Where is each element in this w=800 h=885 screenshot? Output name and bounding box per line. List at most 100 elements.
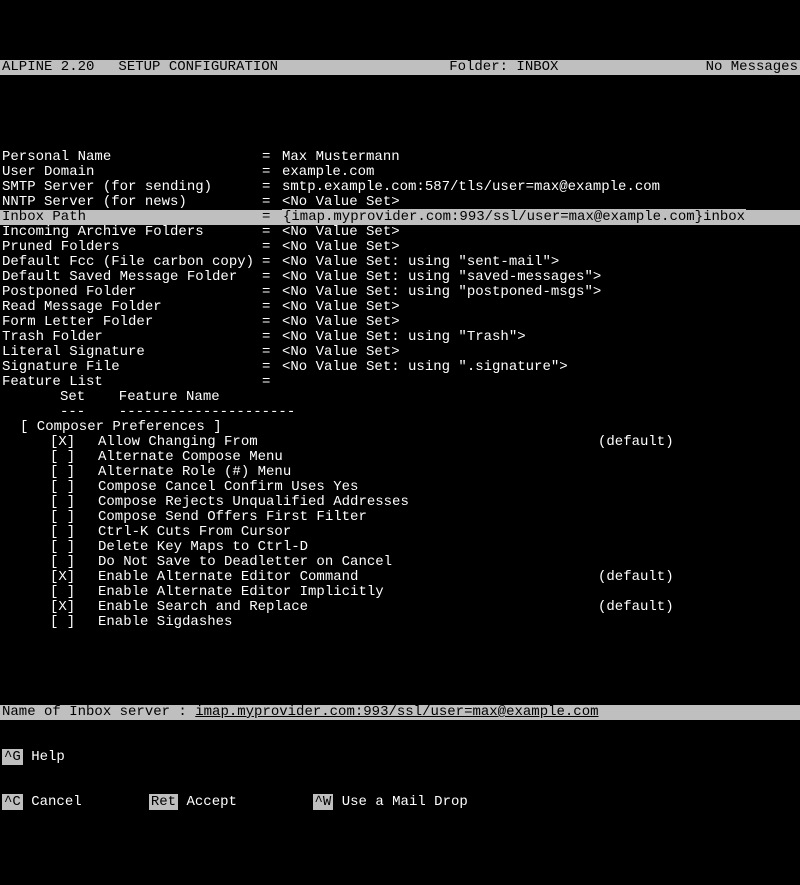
blank-row [0, 105, 800, 120]
config-value: <No Value Set> [282, 194, 400, 210]
feature-row[interactable]: [ ]Enable Alternate Editor Implicitly [0, 585, 800, 600]
feature-name: Enable Search and Replace [98, 600, 598, 615]
feature-checkbox[interactable]: [X] [50, 570, 98, 585]
config-value: <No Value Set: using "sent-mail"> [282, 254, 559, 270]
equals: = [262, 180, 282, 195]
config-row[interactable]: Inbox Path= {imap.myprovider.com:993/ssl… [0, 210, 800, 225]
equals: = [262, 300, 282, 315]
feature-header: Set Feature Name [0, 390, 800, 405]
config-row[interactable]: Incoming Archive Folders= <No Value Set> [0, 225, 800, 240]
feature-checkbox[interactable]: [ ] [50, 525, 98, 540]
config-row[interactable]: Feature List= [0, 375, 800, 390]
config-key: Inbox Path [2, 210, 262, 225]
config-row[interactable]: User Domain= example.com [0, 165, 800, 180]
feature-row[interactable]: [ ]Alternate Role (#) Menu [0, 465, 800, 480]
feature-row[interactable]: [ ]Compose Send Offers First Filter [0, 510, 800, 525]
config-row[interactable]: Pruned Folders= <No Value Set> [0, 240, 800, 255]
config-row[interactable]: SMTP Server (for sending)= smtp.example.… [0, 180, 800, 195]
config-value: <No Value Set: using "Trash"> [282, 329, 526, 345]
mode-label: SETUP CONFIGURATION [118, 60, 278, 75]
config-key: User Domain [2, 165, 262, 180]
equals: = [262, 330, 282, 345]
config-value: <No Value Set> [282, 344, 400, 360]
equals: = [262, 375, 282, 390]
cancel-label: Cancel [31, 794, 81, 810]
feature-checkbox[interactable]: [ ] [50, 555, 98, 570]
config-value: <No Value Set> [282, 314, 400, 330]
feature-name: Enable Alternate Editor Implicitly [98, 585, 598, 600]
config-value: {imap.myprovider.com:993/ssl/user=max@ex… [282, 209, 746, 225]
config-list[interactable]: Personal Name= Max MustermannUser Domain… [0, 150, 800, 675]
config-row[interactable]: Literal Signature= <No Value Set> [0, 345, 800, 360]
config-key: Default Saved Message Folder [2, 270, 262, 285]
prompt-bar[interactable]: Name of Inbox server : imap.myprovider.c… [0, 705, 800, 720]
config-key: Trash Folder [2, 330, 262, 345]
feature-row[interactable]: [ ]Alternate Compose Menu [0, 450, 800, 465]
equals: = [262, 165, 282, 180]
maildrop-label: Use a Mail Drop [342, 794, 468, 810]
accept-label: Accept [186, 794, 236, 810]
feature-checkbox[interactable]: [ ] [50, 585, 98, 600]
equals: = [262, 150, 282, 165]
maildrop-key[interactable]: ^W [313, 794, 334, 810]
config-value: <No Value Set> [282, 299, 400, 315]
feature-checkbox[interactable]: [ ] [50, 510, 98, 525]
prompt-input[interactable]: imap.myprovider.com:993/ssl/user=max@exa… [195, 704, 598, 720]
config-row[interactable]: Personal Name= Max Mustermann [0, 150, 800, 165]
feature-name: Ctrl-K Cuts From Cursor [98, 525, 598, 540]
config-key: Read Message Folder [2, 300, 262, 315]
accept-key[interactable]: Ret [149, 794, 178, 810]
folder-label: Folder: INBOX [449, 60, 558, 75]
feature-checkbox[interactable]: [ ] [50, 480, 98, 495]
feature-checkbox[interactable]: [ ] [50, 465, 98, 480]
feature-checkbox[interactable]: [ ] [50, 495, 98, 510]
feature-checkbox[interactable]: [ ] [50, 540, 98, 555]
help-row-2: ^C Cancel Ret Accept ^W Use a Mail Drop [0, 795, 800, 810]
equals: = [262, 360, 282, 375]
feature-checkbox[interactable]: [X] [50, 600, 98, 615]
feature-row[interactable]: [X]Enable Search and Replace(default) [0, 600, 800, 615]
feature-name: Do Not Save to Deadletter on Cancel [98, 555, 598, 570]
help-row-1: ^G Help [0, 750, 800, 765]
app-name: ALPINE 2.20 [2, 60, 94, 75]
feature-row[interactable]: [ ]Delete Key Maps to Ctrl-D [0, 540, 800, 555]
config-key: Pruned Folders [2, 240, 262, 255]
equals: = [262, 345, 282, 360]
config-row[interactable]: Postponed Folder= <No Value Set: using "… [0, 285, 800, 300]
feature-row[interactable]: [ ]Compose Cancel Confirm Uses Yes [0, 480, 800, 495]
config-row[interactable]: NNTP Server (for news)= <No Value Set> [0, 195, 800, 210]
feature-default: (default) [598, 569, 674, 585]
config-key: Incoming Archive Folders [2, 225, 262, 240]
feature-row[interactable]: [ ]Compose Rejects Unqualified Addresses [0, 495, 800, 510]
feature-row[interactable]: [ ]Enable Sigdashes [0, 615, 800, 630]
equals: = [262, 225, 282, 240]
config-row[interactable]: Signature File= <No Value Set: using ".s… [0, 360, 800, 375]
config-row[interactable]: Form Letter Folder= <No Value Set> [0, 315, 800, 330]
feature-row[interactable]: [X]Enable Alternate Editor Command(defau… [0, 570, 800, 585]
feature-row[interactable]: [ ]Do Not Save to Deadletter on Cancel [0, 555, 800, 570]
prompt-label: Name of Inbox server : [2, 704, 195, 720]
feature-checkbox[interactable]: [ ] [50, 615, 98, 630]
help-key[interactable]: ^G [2, 749, 23, 765]
equals: = [262, 255, 282, 270]
cancel-key[interactable]: ^C [2, 794, 23, 810]
config-row[interactable]: Default Saved Message Folder= <No Value … [0, 270, 800, 285]
config-value: Max Mustermann [282, 150, 400, 165]
config-row[interactable]: Read Message Folder= <No Value Set> [0, 300, 800, 315]
config-value: <No Value Set: using "postponed-msgs"> [282, 284, 601, 300]
feature-default: (default) [598, 434, 674, 450]
feature-group: [ Composer Preferences ] [0, 420, 800, 435]
feature-name: Compose Rejects Unqualified Addresses [98, 495, 598, 510]
config-row[interactable]: Default Fcc (File carbon copy)= <No Valu… [0, 255, 800, 270]
feature-checkbox[interactable]: [X] [50, 435, 98, 450]
equals: = [262, 285, 282, 300]
config-key: Default Fcc (File carbon copy) [2, 255, 262, 270]
config-value: <No Value Set: using "saved-messages"> [282, 269, 601, 285]
feature-row[interactable]: [ ]Ctrl-K Cuts From Cursor [0, 525, 800, 540]
config-key: Literal Signature [2, 345, 262, 360]
config-row[interactable]: Trash Folder= <No Value Set: using "Tras… [0, 330, 800, 345]
messages-label: No Messages [706, 60, 798, 75]
equals: = [262, 270, 282, 285]
feature-checkbox[interactable]: [ ] [50, 450, 98, 465]
feature-row[interactable]: [X]Allow Changing From(default) [0, 435, 800, 450]
